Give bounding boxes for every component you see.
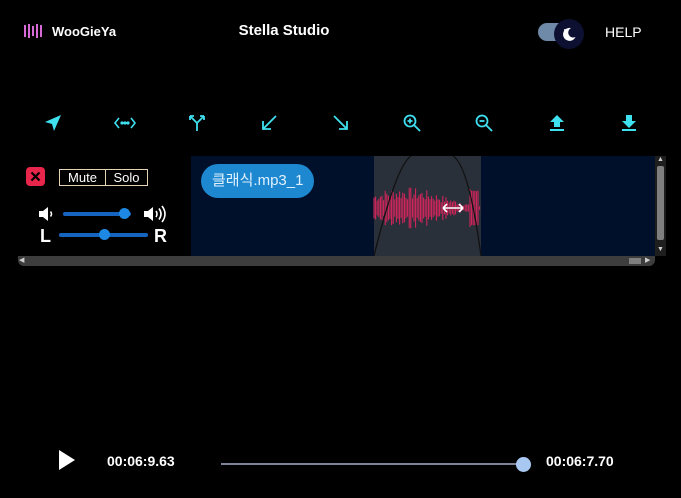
horizontal-scroll-thumb[interactable]: [629, 258, 641, 264]
current-time: 00:06:9.63: [107, 453, 175, 469]
pan-left-label: L: [40, 226, 51, 246]
vertical-scrollbar[interactable]: ▲ ▼: [655, 156, 666, 256]
close-icon: [30, 171, 41, 182]
scroll-right-icon[interactable]: ▶: [645, 257, 650, 265]
progress-track[interactable]: [221, 463, 524, 465]
edit-toolbar: [0, 108, 681, 138]
arrow-down-right-icon[interactable]: [326, 108, 356, 138]
volume-slider-thumb[interactable]: [119, 208, 131, 219]
pan-right-label: R: [154, 226, 167, 246]
navigation-arrow-icon[interactable]: [38, 108, 68, 138]
volume-high-icon: [143, 205, 169, 228]
download-icon[interactable]: [614, 108, 644, 138]
app-title: Stella Studio: [238, 22, 330, 39]
close-track-button[interactable]: [26, 167, 45, 186]
volume-slider[interactable]: [63, 208, 131, 219]
volume-low-icon: [38, 206, 56, 227]
track-timeline[interactable]: 클래식.mp3_1: [191, 156, 655, 256]
fork-icon[interactable]: [182, 108, 212, 138]
theme-toggle[interactable]: [538, 19, 586, 49]
clip-label[interactable]: 클래식.mp3_1: [201, 164, 315, 198]
moon-icon: [554, 19, 584, 49]
zoom-out-icon[interactable]: [469, 108, 499, 138]
resize-cursor-icon: [442, 203, 464, 213]
scroll-left-icon[interactable]: ◀: [19, 257, 24, 265]
upload-icon[interactable]: [542, 108, 572, 138]
pan-slider[interactable]: [59, 229, 148, 240]
progress-thumb[interactable]: [516, 457, 531, 472]
help-link[interactable]: HELP: [605, 24, 642, 40]
fade-curve[interactable]: [373, 156, 412, 256]
total-time: 00:06:7.70: [546, 453, 614, 469]
horizontal-expand-icon[interactable]: [110, 108, 140, 138]
zoom-in-icon[interactable]: [397, 108, 427, 138]
pan-slider-thumb[interactable]: [98, 229, 110, 240]
player-bar: 00:06:9.63 00:06:7.70: [0, 440, 681, 480]
app-header: WooGieYa Stella Studio HELP: [0, 0, 681, 64]
play-button[interactable]: [56, 448, 78, 472]
vertical-scroll-thumb[interactable]: [657, 166, 664, 240]
track-panel: Mute Solo L R 클래식.mp3_1 ▲ ▼ ◀ ▶: [18, 156, 666, 266]
track-controls: Mute Solo L R: [18, 156, 191, 256]
solo-button[interactable]: Solo: [105, 169, 148, 186]
scroll-down-icon[interactable]: ▼: [657, 246, 664, 254]
play-icon: [59, 450, 75, 470]
arrow-down-left-icon[interactable]: [254, 108, 284, 138]
horizontal-scrollbar[interactable]: ◀ ▶: [18, 256, 655, 266]
scroll-up-icon[interactable]: ▲: [657, 156, 664, 164]
mute-button[interactable]: Mute: [59, 169, 106, 186]
